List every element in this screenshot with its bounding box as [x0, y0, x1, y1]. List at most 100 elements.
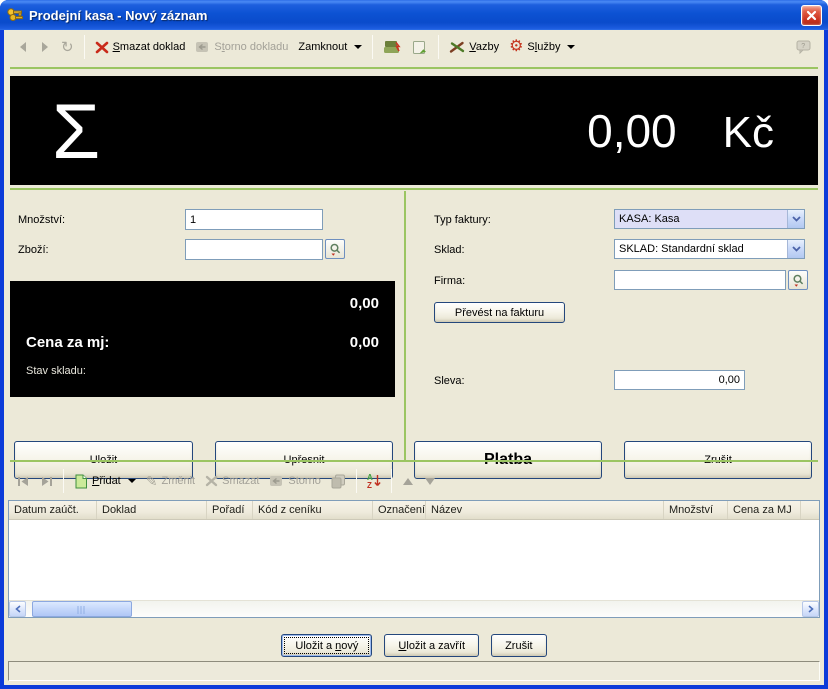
add-page-icon	[74, 474, 88, 489]
delete-x-gray-icon	[205, 475, 218, 487]
toolbar-separator	[390, 469, 392, 493]
arrow-right-icon	[39, 41, 51, 53]
discount-label: Sleva:	[434, 375, 465, 387]
storno-document-button[interactable]: Storno dokladu	[190, 36, 293, 58]
goods-lookup-button[interactable]	[325, 239, 345, 259]
services-menu-button[interactable]: ⚙ Služby	[504, 35, 580, 59]
storno-row-button[interactable]: Storno	[264, 470, 325, 492]
relations-label: Vazby	[469, 41, 500, 53]
copy-row-button[interactable]	[326, 470, 351, 493]
company-lookup-button[interactable]	[788, 270, 808, 290]
column-header[interactable]: Datum zaúčt.	[9, 501, 97, 519]
comment-bubble-icon: ?	[796, 40, 811, 54]
lock-menu-label: Zamknout	[298, 41, 348, 53]
magnifier-icon	[329, 243, 342, 256]
column-header[interactable]: Označení	[373, 501, 426, 519]
print-button[interactable]	[378, 36, 406, 59]
column-header[interactable]: Pořadí	[207, 501, 253, 519]
scrollbar-track[interactable]	[132, 601, 802, 617]
refresh-button[interactable]: ↻	[56, 36, 79, 59]
print-preview-icon	[411, 40, 428, 55]
copy-icon	[331, 474, 346, 489]
company-label: Firma:	[434, 275, 466, 287]
warehouse-label: Sklad:	[434, 244, 465, 256]
items-grid: Datum zaúčt. Doklad Pořadí Kód z ceníku Ozna…	[8, 500, 820, 618]
column-header-filler	[801, 501, 819, 519]
toolbar-separator	[355, 469, 357, 493]
invoice-type-select[interactable]: KASA: Kasa	[614, 209, 805, 229]
table-header-row: Datum zaúčt. Doklad Pořadí Kód z ceníku Ozna…	[9, 501, 819, 520]
stock-level-label: Stav skladu:	[26, 365, 86, 377]
print-preview-button[interactable]	[406, 36, 433, 59]
app-window: Prodejní kasa - Nový záznam ↻ Smazat dok…	[0, 0, 828, 689]
combo-dropdown-button[interactable]	[787, 210, 804, 228]
chevron-down-icon	[127, 479, 136, 483]
delete-x-icon	[95, 41, 109, 54]
delete-row-button[interactable]: Smazat	[200, 471, 264, 491]
relations-button[interactable]: Vazby	[444, 36, 504, 58]
last-record-icon	[40, 476, 53, 487]
delete-row-label: Smazat	[222, 475, 260, 487]
cancel-button[interactable]: Zrušit	[491, 634, 547, 657]
move-row-up-button[interactable]	[397, 473, 419, 490]
edit-row-button[interactable]: ✎ Změnit	[141, 470, 200, 492]
goods-input[interactable]	[185, 239, 323, 260]
toolbar-separator	[372, 35, 374, 59]
save-and-new-button[interactable]: Uložit a nový	[281, 634, 373, 657]
item-total-value: 0,00	[349, 295, 379, 312]
sum-amount: 0,00	[587, 104, 677, 157]
divider-line	[10, 188, 818, 190]
save-and-close-button[interactable]: Uložit a zavřít	[384, 634, 480, 657]
combo-dropdown-button[interactable]	[787, 240, 804, 258]
add-row-button[interactable]: Přidat	[69, 470, 141, 493]
discount-input[interactable]	[614, 370, 745, 390]
column-header[interactable]: Kód z ceníku	[253, 501, 373, 519]
refresh-icon: ↻	[61, 38, 74, 56]
scroll-left-button[interactable]	[9, 601, 26, 617]
divider-line	[10, 67, 818, 69]
scrollbar-thumb[interactable]	[32, 601, 132, 617]
close-icon	[806, 10, 817, 21]
table-body[interactable]	[9, 520, 819, 600]
unit-price-value: 0,00	[349, 334, 379, 351]
storno-icon	[195, 40, 210, 54]
main-toolbar: ↻ Smazat doklad Storno dokladu Zamknout	[4, 30, 824, 64]
column-header[interactable]: Název	[426, 501, 664, 519]
chevron-down-icon	[354, 45, 363, 49]
quantity-input[interactable]	[185, 209, 323, 230]
move-row-down-button[interactable]	[419, 473, 441, 490]
unit-price-label: Cena za mj:	[26, 334, 110, 351]
horizontal-scrollbar	[9, 600, 819, 617]
divider-line	[10, 460, 818, 462]
nav-forward-button[interactable]	[34, 37, 56, 57]
app-keys-icon	[6, 7, 24, 23]
storno-gray-icon	[269, 474, 284, 488]
sort-button[interactable]: AZ	[362, 469, 386, 493]
lock-menu-button[interactable]: Zamknout	[293, 37, 367, 57]
item-entry-panel: Množství: Zboží: 0,00 Cena za mj: 0,00 S…	[4, 191, 404, 479]
invoice-type-value: KASA: Kasa	[615, 210, 787, 228]
nav-back-button[interactable]	[12, 37, 34, 57]
last-record-button[interactable]	[35, 472, 58, 491]
first-record-button[interactable]	[12, 472, 35, 491]
scroll-right-button[interactable]	[802, 601, 819, 617]
invoice-type-label: Typ faktury:	[434, 214, 491, 226]
company-input[interactable]	[614, 270, 786, 290]
add-row-label: Přidat	[92, 475, 121, 487]
column-header[interactable]: Množství	[664, 501, 728, 519]
printer-icon	[383, 40, 401, 55]
convert-to-invoice-button[interactable]: Převést na fakturu	[434, 302, 565, 323]
sum-currency: Kč	[722, 107, 774, 157]
delete-document-button[interactable]: Smazat doklad	[90, 37, 191, 58]
warehouse-select[interactable]: SKLAD: Standardní sklad	[614, 239, 805, 259]
column-header[interactable]: Cena za MJ	[728, 501, 801, 519]
status-bar	[8, 661, 820, 681]
close-button[interactable]	[801, 4, 822, 26]
column-header[interactable]: Doklad	[97, 501, 207, 519]
gear-icon: ⚙	[509, 38, 524, 55]
total-display: Σ 0,00 Kč	[10, 76, 818, 185]
comment-button[interactable]: ?	[791, 36, 816, 58]
toolbar-separator	[438, 35, 440, 59]
triangle-up-icon	[402, 477, 414, 486]
footer-button-row: Uložit a nový Uložit a zavřít Zrušit	[4, 634, 824, 657]
